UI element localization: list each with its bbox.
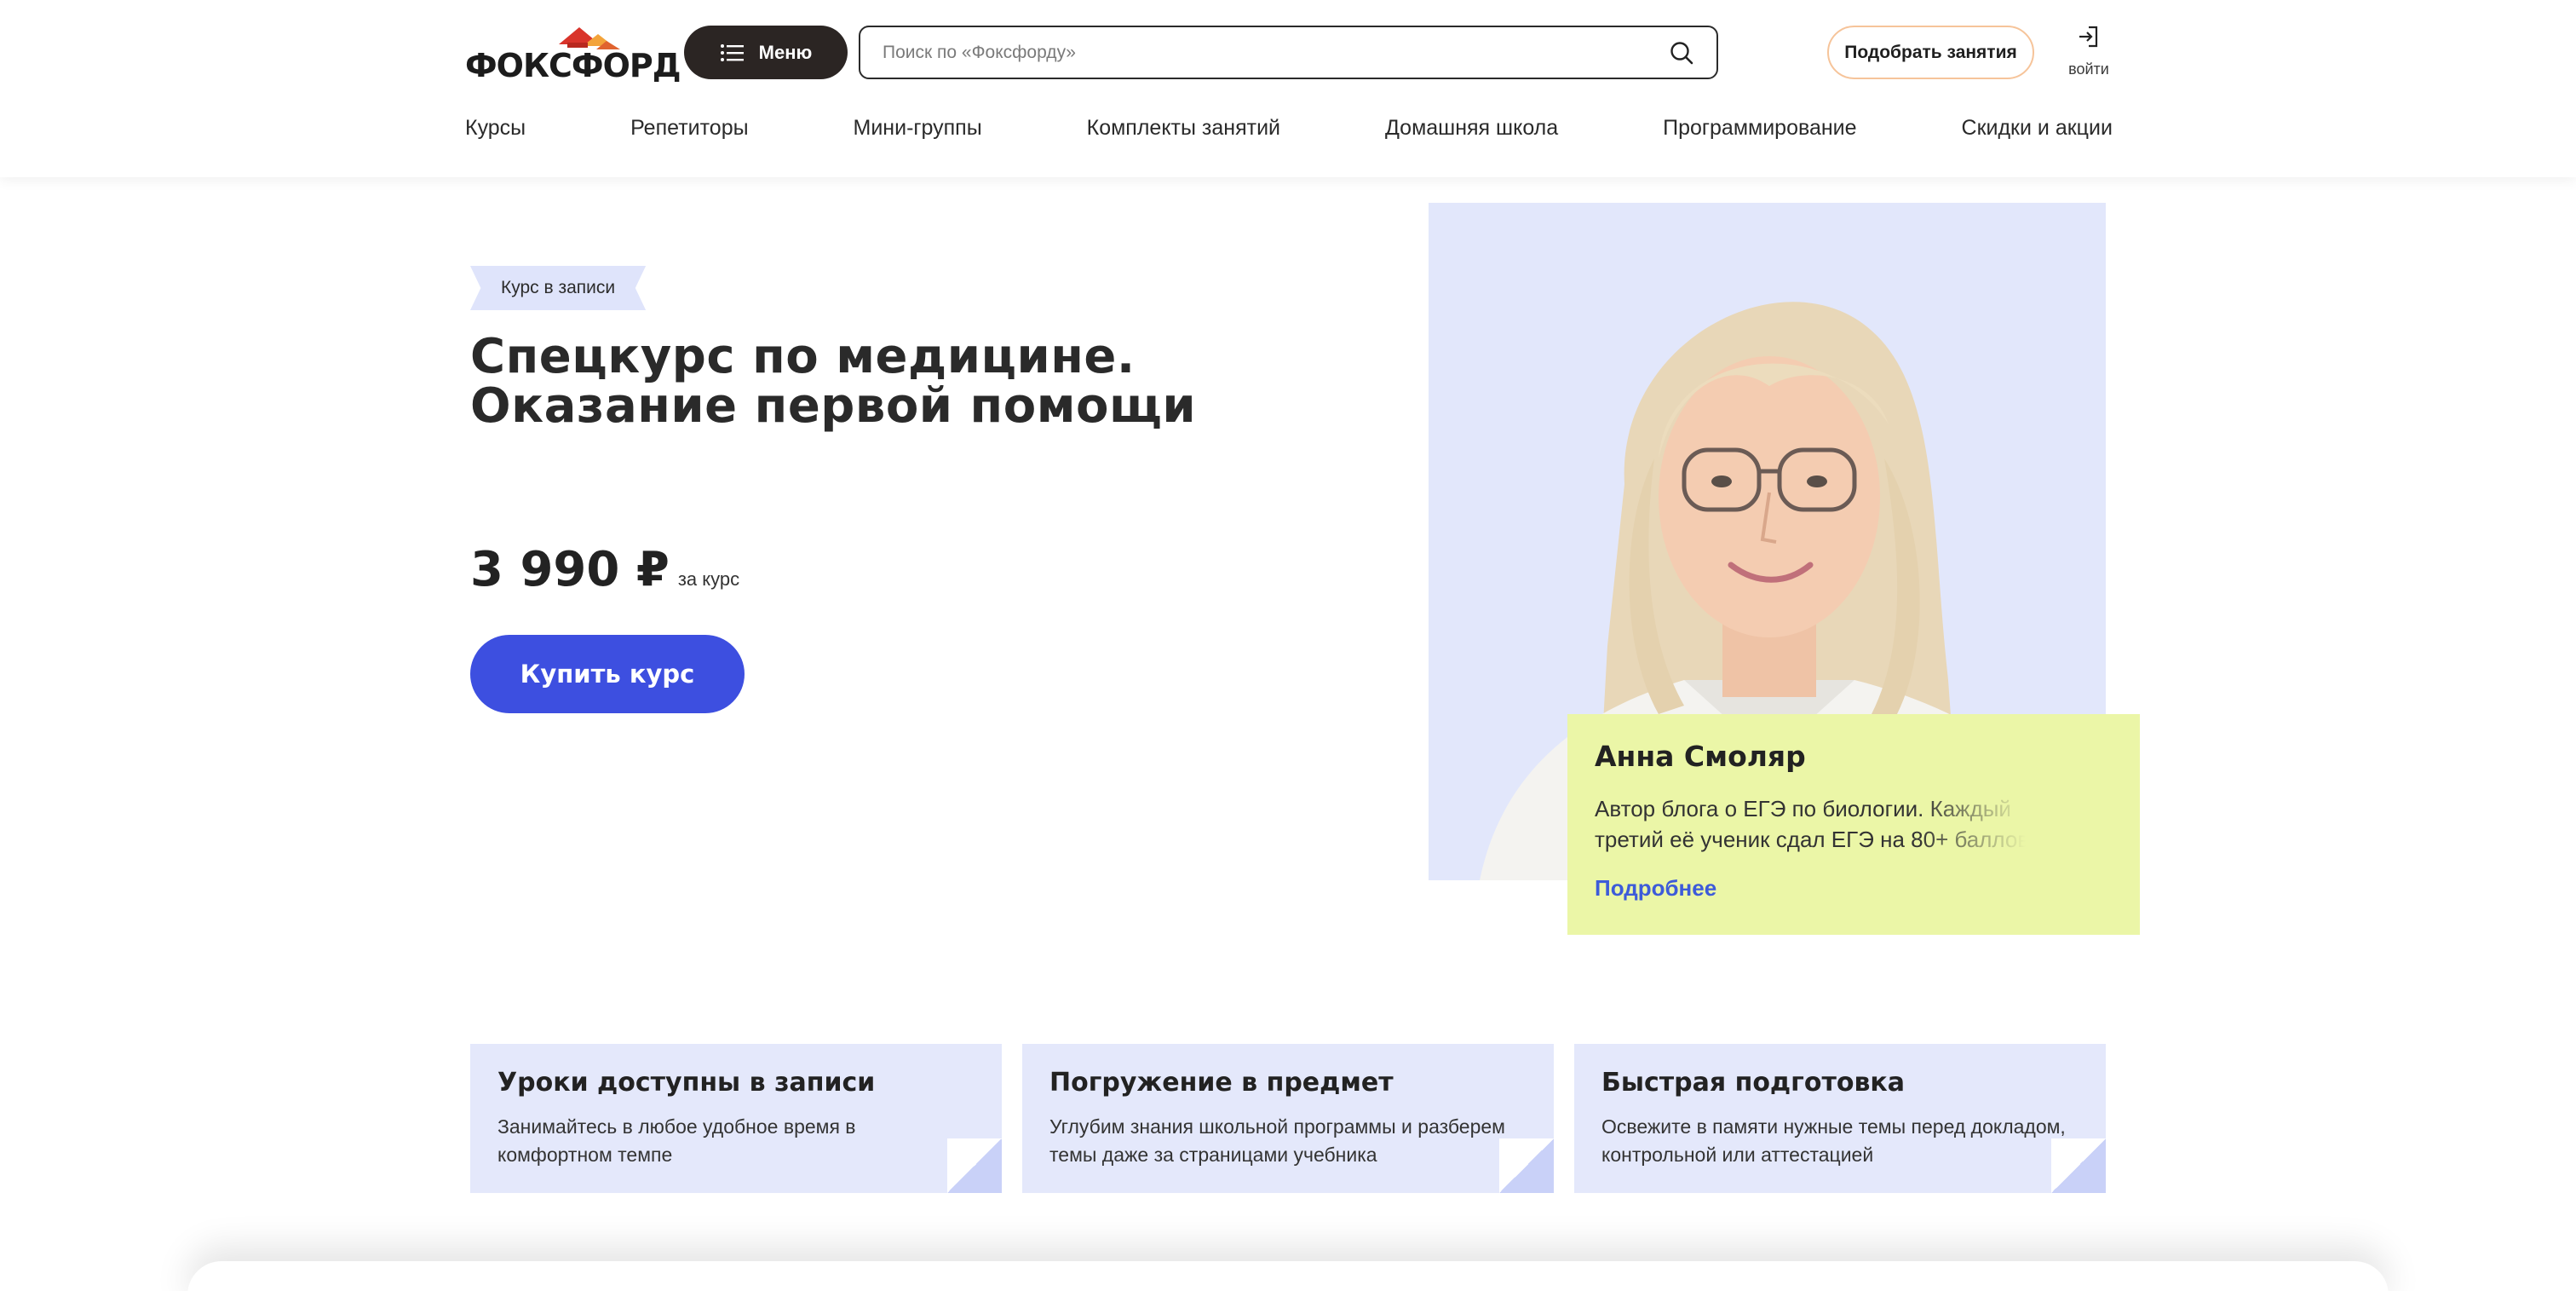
- teacher-more-link[interactable]: Подробнее: [1595, 875, 1716, 902]
- login-button[interactable]: войти: [2061, 24, 2116, 80]
- nav-item-mini-groups[interactable]: Мини-группы: [854, 116, 982, 141]
- buy-course-button[interactable]: Купить курс: [470, 635, 745, 713]
- feature-text: Занимайтесь в любое удобное время в комф…: [497, 1115, 856, 1166]
- price-unit: за курс: [677, 568, 740, 590]
- feature-title: Уроки доступны в записи: [497, 1068, 876, 1098]
- nav-item-home-school[interactable]: Домашняя школа: [1385, 116, 1558, 141]
- feature-list: Уроки доступны в записи Занимайтесь в лю…: [470, 1044, 2106, 1193]
- course-price: 3 990 ₽: [470, 542, 670, 597]
- feature-card: Уроки доступны в записи Занимайтесь в лю…: [470, 1044, 1002, 1193]
- search-icon[interactable]: [1669, 40, 1694, 66]
- menu-label: Меню: [758, 41, 813, 63]
- nav-item-programming[interactable]: Программирование: [1663, 116, 1856, 141]
- teacher-bio: Автор блога о ЕГЭ по биологии. Каждый тр…: [1595, 793, 2038, 855]
- main-nav: Курсы Репетиторы Мини-группы Комплекты з…: [465, 116, 2113, 141]
- teacher-name: Анна Смоляр: [1595, 740, 1806, 773]
- login-label: войти: [2068, 61, 2109, 78]
- logo-text: ФОКСФОРД: [465, 47, 681, 84]
- nav-item-lesson-sets[interactable]: Комплекты занятий: [1087, 116, 1280, 141]
- next-section-edge: [187, 1261, 2389, 1291]
- course-title-line-1: Спецкурс по медицине.: [470, 329, 1136, 384]
- feature-text: Углубим знания школьной программы и разб…: [1049, 1115, 1505, 1166]
- search-box: [859, 26, 1718, 79]
- pick-classes-button[interactable]: Подобрать занятия: [1827, 26, 2034, 79]
- nav-item-courses[interactable]: Курсы: [465, 116, 526, 141]
- menu-button[interactable]: Меню: [684, 26, 848, 79]
- teacher-card: Анна Смоляр Автор блога о ЕГЭ по биологи…: [1567, 714, 2140, 935]
- foxford-logo[interactable]: ФОКСФОРД: [465, 24, 681, 84]
- site-header: ФОКСФОРД Меню Подобрать занятия: [0, 0, 2576, 177]
- feature-card: Погружение в предмет Углубим знания школ…: [1022, 1044, 1554, 1193]
- price-block: 3 990 ₽ за курс: [470, 542, 739, 597]
- feature-text: Освежите в памяти нужные темы перед докл…: [1601, 1115, 2066, 1166]
- nav-item-tutors[interactable]: Репетиторы: [630, 116, 748, 141]
- course-title-line-2: Оказание первой помощи: [470, 378, 1197, 434]
- feature-card: Быстрая подготовка Освежите в памяти нуж…: [1574, 1044, 2106, 1193]
- course-type-badge: Курс в записи: [470, 266, 647, 310]
- login-icon: [2076, 24, 2102, 54]
- nav-item-discounts[interactable]: Скидки и акции: [1962, 116, 2113, 141]
- feature-title: Погружение в предмет: [1049, 1068, 1394, 1098]
- search-input[interactable]: [883, 42, 1669, 63]
- course-title: Спецкурс по медицине. Оказание первой по…: [470, 332, 1322, 431]
- feature-title: Быстрая подготовка: [1601, 1068, 1906, 1098]
- list-icon: [720, 43, 744, 62]
